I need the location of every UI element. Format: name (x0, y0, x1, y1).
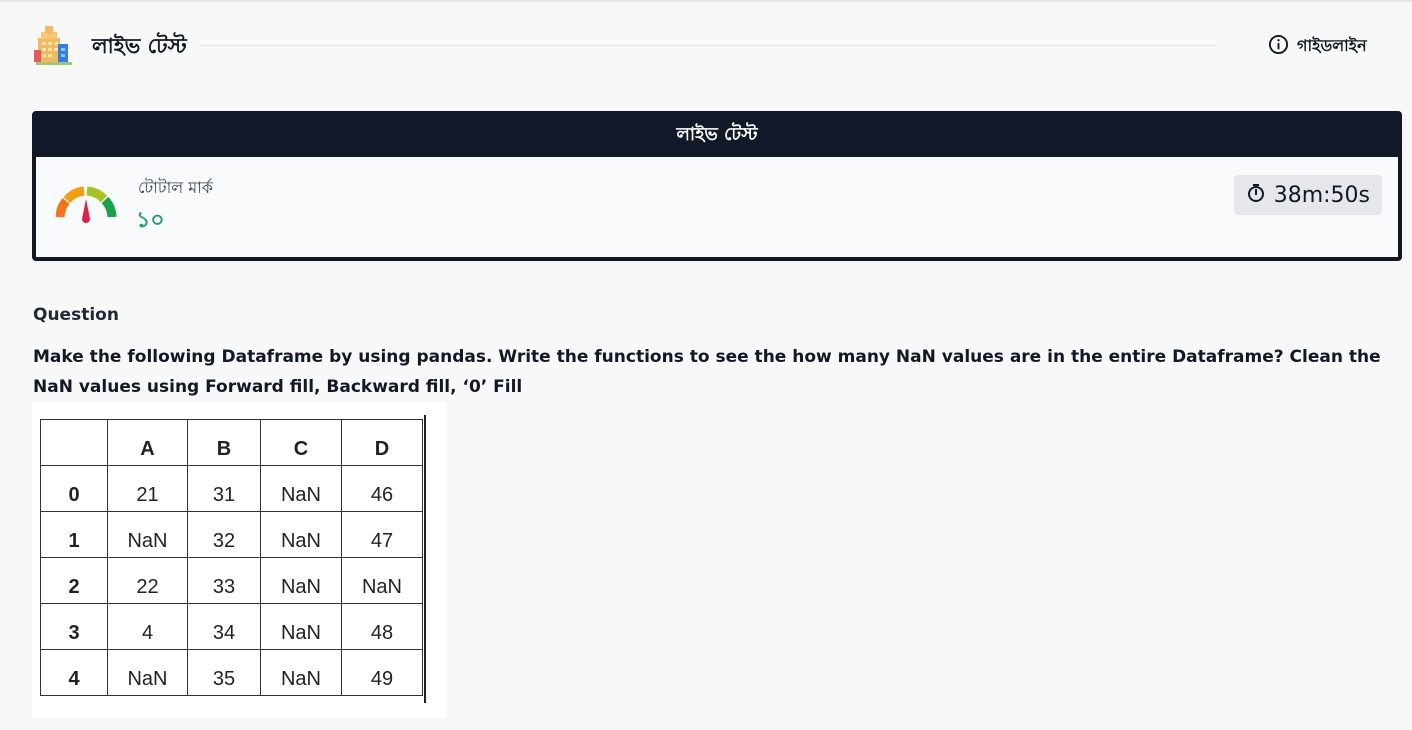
table-cell: 48 (341, 603, 423, 650)
table-cell: NaN (260, 511, 342, 558)
table-cell: 31 (187, 465, 261, 512)
dataframe-image: A B C D 0 21 31 NaN 46 1 NaN 32 NaN 47 2… (32, 402, 447, 718)
table-cell: NaN (341, 557, 423, 604)
table-cell: NaN (260, 649, 342, 696)
test-summary-card: লাইভ টেস্ট টোটাল মার্ক ১০ 38m:50s (32, 111, 1402, 261)
column-header: C (260, 419, 342, 466)
page-title: লাইভ টেস্ট (92, 34, 187, 58)
guideline-button[interactable]: গাইডলাইন (1268, 34, 1367, 58)
row-index: 4 (40, 649, 108, 696)
table-cell: NaN (260, 603, 342, 650)
table-row: 4 NaN 35 NaN 49 (40, 649, 423, 696)
top-border (0, 0, 1412, 2)
dataframe-table: A B C D 0 21 31 NaN 46 1 NaN 32 NaN 47 2… (40, 419, 423, 696)
speedometer-gauge-icon (54, 185, 118, 225)
total-marks-value: ১০ (136, 208, 165, 233)
stopwatch-icon (1246, 183, 1266, 207)
table-cell: 34 (187, 603, 261, 650)
page-header: লাইভ টেস্ট গাইডলাইন (32, 24, 1382, 68)
row-index: 2 (40, 557, 108, 604)
row-index: 0 (40, 465, 108, 512)
column-header: D (341, 419, 423, 466)
card-title: লাইভ টেস্ট (36, 115, 1398, 157)
table-cell: 46 (341, 465, 423, 512)
table-cell: 32 (187, 511, 261, 558)
building-logo-icon (32, 24, 74, 66)
column-header: A (107, 419, 188, 466)
guideline-label: গাইডলাইন (1297, 35, 1367, 55)
table-cell: NaN (107, 511, 188, 558)
column-header (40, 419, 108, 466)
table-row: 3 4 34 NaN 48 (40, 603, 423, 650)
timer-value: 38m:50s (1273, 182, 1370, 208)
table-row: 1 NaN 32 NaN 47 (40, 511, 423, 558)
table-cell: NaN (107, 649, 188, 696)
total-marks-label: টোটাল মার্ক (138, 178, 213, 197)
row-index: 3 (40, 603, 108, 650)
column-header: B (187, 419, 261, 466)
row-index: 1 (40, 511, 108, 558)
table-cell: 21 (107, 465, 188, 512)
table-edge-line (424, 415, 426, 703)
table-cell: 4 (107, 603, 188, 650)
table-cell: 47 (341, 511, 423, 558)
table-cell: 22 (107, 557, 188, 604)
table-header-row: A B C D (40, 419, 423, 466)
table-row: 2 22 33 NaN NaN (40, 557, 423, 604)
table-cell: 49 (341, 649, 423, 696)
table-row: 0 21 31 NaN 46 (40, 465, 423, 512)
countdown-timer: 38m:50s (1233, 175, 1382, 215)
table-cell: 33 (187, 557, 261, 604)
table-cell: NaN (260, 465, 342, 512)
card-body: টোটাল মার্ক ১০ 38m:50s (36, 157, 1398, 257)
question-text: Make the following Dataframe by using pa… (33, 347, 1381, 397)
info-circle-icon (1268, 34, 1289, 59)
table-cell: 35 (187, 649, 261, 696)
header-divider (200, 45, 1218, 46)
question-label: Question (33, 305, 119, 325)
table-cell: NaN (260, 557, 342, 604)
